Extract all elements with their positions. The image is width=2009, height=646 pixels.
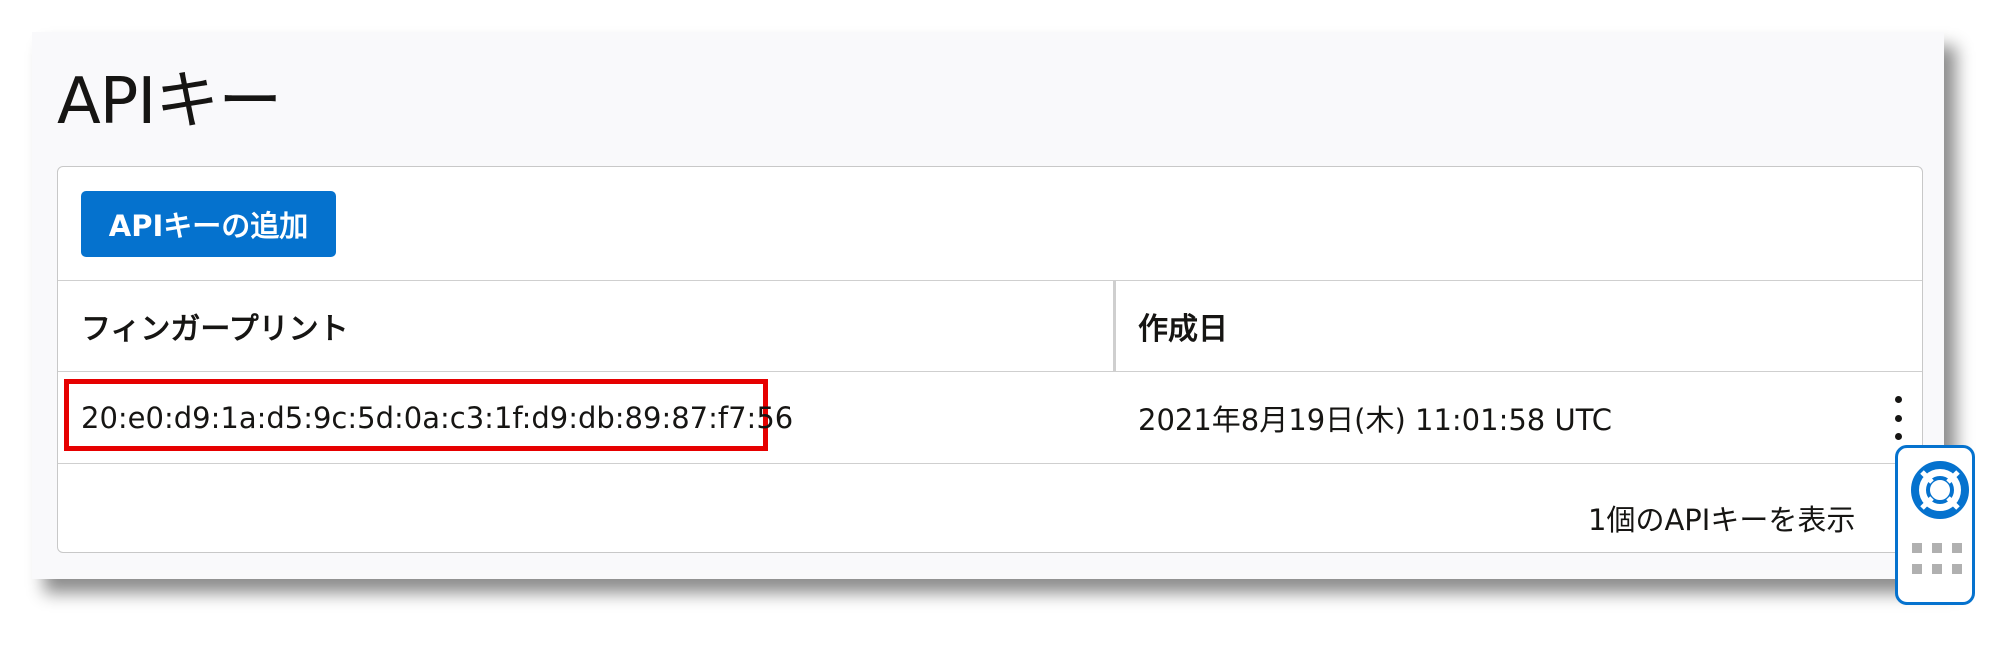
column-header-fingerprint[interactable]: フィンガープリント bbox=[81, 280, 349, 371]
column-header-created[interactable]: 作成日 bbox=[1138, 280, 1228, 371]
table-header: フィンガープリント 作成日 bbox=[58, 280, 1922, 372]
column-divider[interactable] bbox=[1113, 280, 1116, 371]
grip-icon[interactable] bbox=[1912, 543, 1962, 577]
page-title: APIキー bbox=[57, 65, 282, 139]
created-date-cell: 2021年8月19日(木) 11:01:58 UTC bbox=[1138, 402, 1612, 437]
api-keys-panel: APIキー APIキーの追加 フィンガープリント 作成日 20:e0:d9:1a… bbox=[32, 32, 1944, 579]
table-footer-count: 1個のAPIキーを表示 bbox=[1588, 503, 1856, 537]
fingerprint-cell: 20:e0:d9:1a:d5:9c:5d:0a:c3:1f:d9:db:89:8… bbox=[81, 400, 794, 435]
add-api-key-button[interactable]: APIキーの追加 bbox=[81, 191, 336, 257]
help-widget[interactable] bbox=[1895, 445, 1975, 605]
api-keys-card: APIキーの追加 フィンガープリント 作成日 20:e0:d9:1a:d5:9c… bbox=[57, 166, 1923, 553]
table-toolbar: APIキーの追加 bbox=[58, 167, 1922, 281]
kebab-menu-icon[interactable] bbox=[1888, 396, 1908, 440]
lifebuoy-icon[interactable] bbox=[1910, 460, 1970, 520]
table-row: 20:e0:d9:1a:d5:9c:5d:0a:c3:1f:d9:db:89:8… bbox=[58, 372, 1922, 464]
